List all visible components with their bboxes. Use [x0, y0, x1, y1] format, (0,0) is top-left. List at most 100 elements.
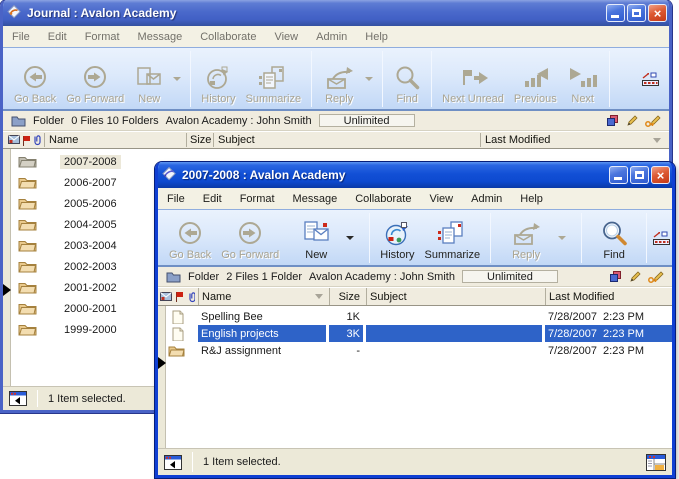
- pane-splitter[interactable]: [158, 306, 166, 448]
- minimize-button[interactable]: [606, 4, 625, 22]
- new-button[interactable]: New: [296, 212, 336, 264]
- column-divider: [44, 133, 45, 147]
- column-divider: [213, 133, 214, 147]
- find-button[interactable]: Find: [388, 50, 426, 108]
- reply-button[interactable]: Reply: [504, 212, 548, 264]
- go-forward-button[interactable]: Go Forward: [216, 212, 284, 264]
- new-dropdown-arrow[interactable]: [173, 77, 181, 81]
- view-pane-icon[interactable]: [646, 454, 666, 471]
- toolbar-separator: [382, 51, 383, 107]
- item-last-modified: 7/28/2007 2:23 PM: [548, 345, 644, 357]
- flag-column-icon[interactable]: [175, 291, 184, 302]
- maximize-button[interactable]: [630, 166, 649, 184]
- column-subject[interactable]: Subject: [218, 134, 255, 146]
- folder-name: 2002-2003: [60, 260, 121, 274]
- menu-collaborate[interactable]: Collaborate: [200, 31, 256, 43]
- menu-file[interactable]: File: [12, 31, 30, 43]
- summarize-button[interactable]: Summarize: [420, 212, 486, 264]
- flag-column-icon[interactable]: [22, 135, 31, 146]
- item-name: English projects: [201, 328, 279, 340]
- next-button[interactable]: Next: [562, 50, 604, 108]
- pane-splitter-handle[interactable]: [158, 357, 166, 369]
- folder-counts: 0 Files 10 Folders: [71, 115, 158, 127]
- menu-edit[interactable]: Edit: [203, 193, 222, 205]
- sort-descending-arrow[interactable]: [315, 294, 323, 299]
- folder-column-header: Name Size Subject Last Modified: [158, 287, 672, 306]
- item-size: 3K: [347, 328, 360, 340]
- item-row[interactable]: R&J assignment - 7/28/2007 2:23 PM: [158, 342, 672, 359]
- connection-icon[interactable]: [652, 231, 672, 246]
- toolbar-separator: [431, 51, 432, 107]
- reply-dropdown-arrow[interactable]: [365, 77, 373, 81]
- journal-infobar: Folder 0 Files 10 Folders Avalon Academy…: [3, 111, 669, 131]
- go-back-icon: [21, 65, 49, 91]
- menu-format[interactable]: Format: [240, 193, 275, 205]
- column-options-arrow[interactable]: [653, 138, 661, 143]
- folder-statusbar: 1 Item selected.: [158, 448, 672, 475]
- edit-pencil-icon[interactable]: [626, 115, 638, 127]
- menu-help[interactable]: Help: [520, 193, 543, 205]
- close-button[interactable]: ×: [651, 166, 670, 184]
- folder-name: 2003-2004: [60, 239, 121, 253]
- attachment-column-icon[interactable]: [187, 291, 195, 303]
- reply-dropdown-arrow[interactable]: [558, 236, 566, 240]
- folder-titlebar[interactable]: 2007-2008 : Avalon Academy ×: [155, 162, 675, 188]
- envelope-column-icon[interactable]: [160, 292, 172, 301]
- journal-titlebar[interactable]: Journal : Avalon Academy ×: [0, 0, 672, 26]
- pane-splitter[interactable]: [3, 149, 11, 386]
- minimize-button[interactable]: [609, 166, 628, 184]
- pane-toggle-icon[interactable]: [9, 391, 27, 406]
- item-row-selected[interactable]: English projects 3K 7/28/2007 2:23 PM: [158, 325, 672, 342]
- history-icon: [382, 220, 412, 247]
- reply-button[interactable]: Reply: [317, 50, 361, 108]
- next-icon: [567, 65, 599, 91]
- column-last-modified[interactable]: Last Modified: [485, 134, 550, 146]
- pane-toggle-icon[interactable]: [164, 455, 182, 470]
- next-unread-button[interactable]: Next Unread: [437, 50, 509, 108]
- item-row[interactable]: Spelling Bee 1K 7/28/2007 2:23 PM: [158, 308, 672, 325]
- connection-icon[interactable]: [641, 72, 661, 87]
- new-button[interactable]: New: [129, 50, 169, 108]
- menu-help[interactable]: Help: [365, 31, 388, 43]
- item-name: R&J assignment: [201, 345, 281, 357]
- menu-admin[interactable]: Admin: [316, 31, 347, 43]
- menu-message[interactable]: Message: [293, 193, 338, 205]
- statusbar-divider: [192, 452, 193, 472]
- column-size[interactable]: Size: [190, 134, 211, 146]
- close-button[interactable]: ×: [648, 4, 667, 22]
- column-subject[interactable]: Subject: [370, 291, 407, 303]
- protected-edit-icon[interactable]: [648, 271, 664, 283]
- permissions-icon[interactable]: [609, 271, 622, 283]
- go-forward-button[interactable]: Go Forward: [61, 50, 129, 108]
- menu-format[interactable]: Format: [85, 31, 120, 43]
- new-dropdown-arrow[interactable]: [346, 236, 354, 240]
- attachment-column-icon[interactable]: [32, 134, 42, 146]
- menu-collaborate[interactable]: Collaborate: [355, 193, 411, 205]
- column-last-modified[interactable]: Last Modified: [549, 291, 614, 303]
- column-name[interactable]: Name: [202, 291, 231, 303]
- previous-button[interactable]: Previous: [509, 50, 562, 108]
- menu-message[interactable]: Message: [138, 31, 183, 43]
- item-size: -: [356, 345, 360, 357]
- find-button[interactable]: Find: [595, 212, 633, 264]
- column-size[interactable]: Size: [339, 291, 360, 303]
- menu-view[interactable]: View: [274, 31, 298, 43]
- protected-edit-icon[interactable]: [645, 115, 661, 127]
- history-button[interactable]: History: [375, 212, 419, 264]
- go-back-button[interactable]: Go Back: [164, 212, 216, 264]
- edit-pencil-icon[interactable]: [629, 271, 641, 283]
- go-back-button[interactable]: Go Back: [9, 50, 61, 108]
- permissions-icon[interactable]: [606, 115, 619, 127]
- folder-infobar: Folder 2 Files 1 Folder Avalon Academy :…: [158, 267, 672, 287]
- menu-admin[interactable]: Admin: [471, 193, 502, 205]
- menu-edit[interactable]: Edit: [48, 31, 67, 43]
- menu-view[interactable]: View: [429, 193, 453, 205]
- maximize-button[interactable]: [627, 4, 646, 22]
- column-name[interactable]: Name: [49, 134, 78, 146]
- next-unread-icon: [455, 65, 491, 91]
- envelope-column-icon[interactable]: [8, 135, 20, 144]
- pane-splitter-handle[interactable]: [3, 284, 11, 296]
- menu-file[interactable]: File: [167, 193, 185, 205]
- history-button[interactable]: History: [196, 50, 240, 108]
- summarize-button[interactable]: Summarize: [241, 50, 307, 108]
